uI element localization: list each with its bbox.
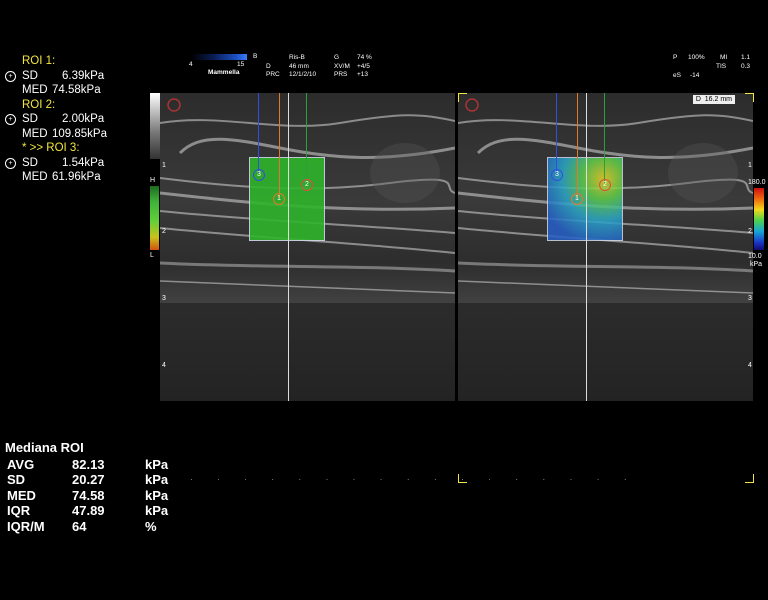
distance-readout: D 16.2 mm (692, 95, 735, 104)
measure-line (288, 93, 289, 401)
dotted-baseline: · · · · · · · · · · · · · · · · · (190, 475, 627, 484)
stats-row-iqr: IQR 47.89 kPa (7, 503, 169, 518)
depth-tick-2-right: 2 (748, 228, 752, 235)
roi3-line (258, 93, 259, 173)
header-col2-labels: G XV/M PRS (334, 54, 350, 78)
roi3-sd: + SD 1.54kPa (4, 156, 154, 171)
stats-row-avg: AVG 82.13 kPa (7, 456, 169, 472)
elasticity-scale-bar (150, 186, 159, 250)
roi3-marker[interactable]: 3 (551, 169, 563, 181)
elasticity-high-label: H (150, 177, 156, 184)
crosshair-icon[interactable]: + (5, 114, 16, 125)
median-roi-stats: Mediana ROI AVG 82.13 kPa SD 20.27 kPa M… (5, 440, 168, 534)
roi3-marker[interactable]: 3 (253, 169, 265, 181)
roi2-sd: + SD 2.00kPa (4, 112, 154, 127)
colorbar-min: 4 (189, 61, 193, 68)
roi3-med: MED 61.96kPa (22, 171, 101, 183)
image-corner-top-left (458, 93, 467, 102)
depth-tick-4-right: 4 (748, 362, 752, 369)
roi2-med: MED 109.85kPa (22, 127, 107, 140)
ultrasound-image-right[interactable]: 3 1 2 D 16.2 mm (458, 93, 753, 401)
tis-value: 0.3 (741, 63, 751, 70)
roi2-marker[interactable]: 2 (301, 179, 313, 191)
b-mode-texture (160, 93, 455, 401)
depth-tick-3-right: 3 (748, 295, 752, 302)
depth-tick-2: 2 (162, 228, 166, 235)
roi1-line (279, 93, 280, 198)
power-value: 100% (688, 54, 705, 61)
roi2-marker[interactable]: 2 (599, 179, 611, 191)
b-mode-texture (458, 93, 753, 401)
roi1-marker[interactable]: 1 (273, 193, 285, 205)
depth-tick-3: 3 (162, 295, 166, 302)
colorbar-unit: B (253, 53, 258, 60)
stats-row-med: MED 74.58 kPa (7, 487, 169, 503)
gray-scale-bar (150, 93, 160, 159)
preset-label: Mammella (208, 69, 240, 76)
stats-row-iqr-m: IQR/M 64 % (7, 518, 157, 534)
stats-title: Mediana ROI (5, 440, 84, 455)
roi1-line (577, 93, 578, 198)
roi1-sd: + SD 6.39kPa (4, 69, 154, 84)
header-col1-values: Ris-B 46 mm 12/1/2/10 (289, 54, 317, 78)
gray-colorbar (191, 54, 247, 60)
mi-value: 1.1 (741, 54, 751, 61)
roi3-line (556, 93, 557, 173)
crosshair-icon[interactable]: + (5, 70, 16, 82)
roi3-title: * >> ROI 3: (22, 142, 80, 154)
roi1-title: ROI 1: (22, 55, 56, 67)
es-value: -14 (690, 72, 700, 79)
depth-tick-4: 4 (162, 362, 166, 369)
depth-tick-1: 1 (162, 162, 166, 169)
roi-panel: ROI 1: + SD 6.39kPa MED 74.58kPa ROI 2: + … (4, 54, 154, 185)
kpa-min-label: 10.0 (748, 253, 762, 260)
tis-label: TIS (716, 63, 727, 70)
stats-row-sd: SD 20.27 kPa (7, 472, 169, 487)
kpa-unit-label: kPa (750, 261, 763, 268)
crosshair-icon[interactable]: + (5, 157, 16, 169)
roi2-title: ROI 2: (22, 98, 56, 111)
power-label: P (673, 54, 678, 61)
mi-label: MI (720, 54, 728, 61)
header-col1-labels: D PRC (266, 62, 280, 79)
header-col2-values: 74 % +4/5 +13 (357, 54, 372, 78)
roi1-marker[interactable]: 1 (571, 193, 583, 205)
elasticity-low-label: L (150, 252, 154, 259)
roi1-med: MED 74.58kPa (22, 84, 101, 96)
ultrasound-image-left[interactable]: 3 1 2 (160, 93, 455, 401)
kpa-scale-bar (754, 188, 764, 250)
measure-line (586, 93, 587, 401)
roi2-line (604, 93, 605, 183)
es-label: eS (673, 72, 681, 79)
roi2-line (306, 93, 307, 183)
image-corner-top-right (745, 93, 754, 102)
depth-tick-1-right: 1 (748, 162, 752, 169)
kpa-max-label: 180.0 (748, 179, 766, 186)
